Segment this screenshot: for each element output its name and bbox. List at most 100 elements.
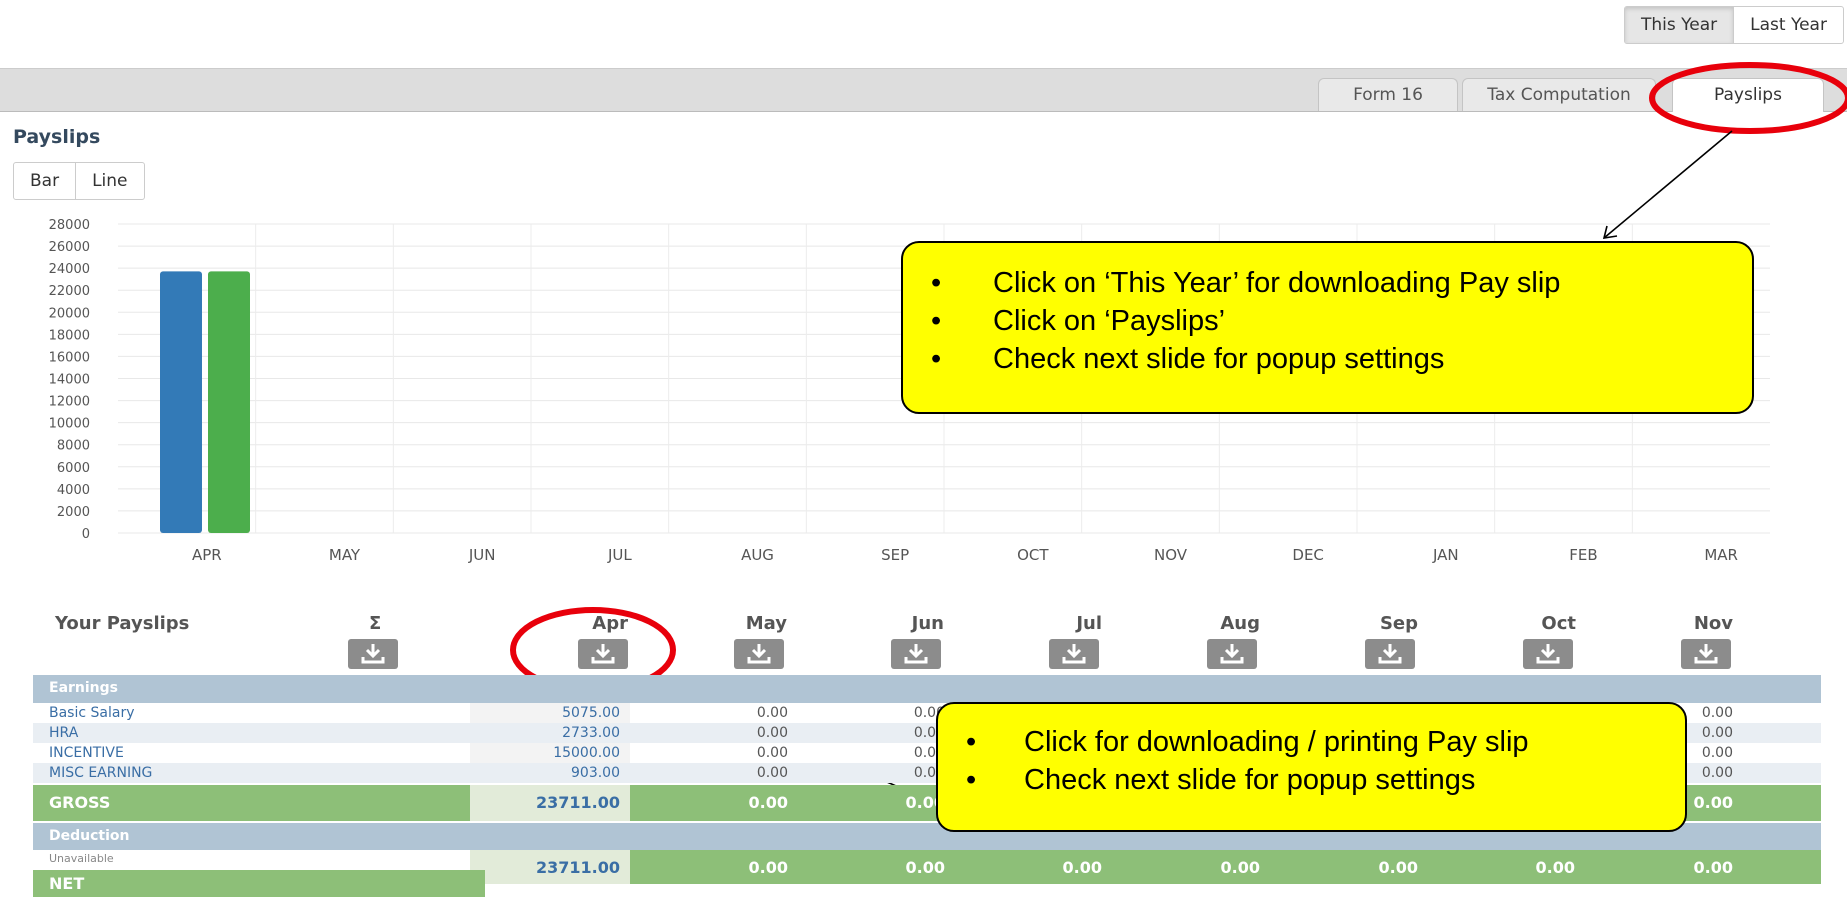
callout-bottom-item: Click for downloading / printing Pay sli… [938,723,1685,761]
download-icon [1536,644,1560,664]
x-tick-label: JUN [468,546,496,564]
line-chart-button[interactable]: Line [76,163,143,199]
net-value-aug: 0.00 [1220,858,1260,877]
month-header-jul: Jul [1076,613,1102,634]
earning-value-apr: 903.00 [571,765,620,781]
download-button-aug[interactable] [1207,639,1257,669]
earnings-label: Earnings [49,680,119,696]
gross-may: 0.00 [748,793,788,812]
bar-apr-series2[interactable] [208,271,250,533]
tab-tax-computation[interactable]: Tax Computation [1462,78,1656,111]
y-tick-label: 0 [82,527,90,542]
month-header-aug: Aug [1220,613,1260,634]
download-icon [904,644,928,664]
x-tick-label: AUG [741,546,774,564]
y-tick-label: 12000 [49,395,90,410]
download-button-sum[interactable] [348,639,398,669]
earnings-band: Earnings [33,675,1821,703]
callout-top-item: Click on ‘Payslips’ [903,302,1752,340]
x-tick-label: SEP [881,546,909,564]
y-tick-label: 28000 [49,218,90,233]
earning-label: MISC EARNING [49,765,153,781]
gross-label: GROSS [49,793,111,812]
download-icon [361,644,385,664]
x-tick-label: FEB [1569,546,1597,564]
y-tick-label: 18000 [49,328,90,343]
deduction-label: Deduction [49,828,130,844]
y-tick-label: 6000 [57,461,90,476]
earning-value-may: 0.00 [756,725,788,741]
y-tick-label: 26000 [49,240,90,255]
net-value-sep: 0.00 [1378,858,1418,877]
x-tick-label: APR [192,546,222,564]
download-button-nov[interactable] [1681,639,1731,669]
y-tick-label: 24000 [49,262,90,277]
chart-type-toggle: Bar Line [13,162,145,200]
gross-jun: 0.00 [905,793,945,812]
tab-payslips[interactable]: Payslips [1672,78,1824,112]
last-year-button[interactable]: Last Year [1734,7,1843,43]
month-header-apr: Apr [592,613,628,634]
x-tick-label: MAY [329,546,361,564]
earning-value-jun: 0.00 [913,745,945,761]
download-button-oct[interactable] [1523,639,1573,669]
y-tick-label: 8000 [57,439,90,454]
net-value-apr: 23711.00 [535,858,620,877]
download-icon [1694,644,1718,664]
download-icon [591,644,615,664]
download-icon [747,644,771,664]
download-button-apr[interactable] [578,639,628,669]
download-button-jun[interactable] [891,639,941,669]
earning-value-jun: 0.00 [913,705,945,721]
net-value-oct: 0.00 [1535,858,1575,877]
y-tick-label: 2000 [57,505,90,520]
net-value-may: 0.00 [748,858,788,877]
page-title: Payslips [13,126,101,148]
earning-value-apr: 5075.00 [562,705,620,721]
earning-value-may: 0.00 [756,745,788,761]
net-label-band [33,870,485,897]
x-tick-label: MAR [1704,546,1738,564]
year-toggle: This Year Last Year [1624,6,1844,44]
earning-value-may: 0.00 [756,765,788,781]
month-header-jun: Jun [911,613,944,634]
earning-label: HRA [49,725,79,741]
earning-value-jun: 0.00 [913,765,945,781]
earning-value-apr: 15000.00 [553,745,620,761]
tab-form16[interactable]: Form 16 [1318,78,1458,111]
y-tick-label: 4000 [57,483,90,498]
y-tick-label: 14000 [49,373,90,388]
download-icon [1062,644,1086,664]
earning-value-may: 0.00 [756,705,788,721]
earning-label: Basic Salary [49,705,135,721]
x-tick-label: OCT [1017,546,1049,564]
payslips-table-title: Your Payslips [55,613,190,634]
bar-apr-series1[interactable] [160,271,202,533]
download-button-sep[interactable] [1365,639,1415,669]
download-button-jul[interactable] [1049,639,1099,669]
bar-chart-button[interactable]: Bar [14,163,77,199]
month-header-sep: Sep [1379,613,1418,634]
callout-top: Click on ‘This Year’ for downloading Pay… [901,241,1754,414]
month-header-nov: Nov [1693,613,1733,634]
x-tick-label: JUL [607,546,632,564]
earning-value-jun: 0.00 [913,725,945,741]
download-icon [1378,644,1402,664]
callout-bottom-item: Check next slide for popup settings [938,761,1685,799]
this-year-button[interactable]: This Year [1625,7,1735,43]
download-button-may[interactable] [734,639,784,669]
y-tick-label: 22000 [49,284,90,299]
x-tick-label: JAN [1432,546,1459,564]
net-value-jul: 0.00 [1062,858,1102,877]
net-label: NET [49,874,85,893]
gross-apr: 23711.00 [535,793,620,812]
x-tick-label: DEC [1292,546,1324,564]
download-icon [1220,644,1244,664]
sigma-header: Σ [369,613,382,634]
net-value-jun: 0.00 [905,858,945,877]
y-tick-label: 10000 [49,417,90,432]
callout-top-item: Check next slide for popup settings [903,340,1752,378]
unavailable-label: Unavailable [49,852,114,865]
y-tick-label: 20000 [49,306,90,321]
callout-bottom: Click for downloading / printing Pay sli… [936,702,1687,832]
